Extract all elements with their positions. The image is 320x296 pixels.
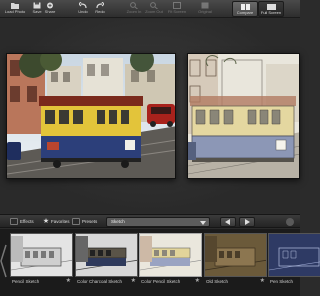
original-button[interactable]: Original [192,1,218,17]
fullscreen-view-button[interactable]: Full Screen [258,1,284,17]
clear-icon[interactable] [286,218,294,226]
thumbnail-pen-sketch[interactable]: Pen Sketch ★ [268,233,320,285]
category-dropdown[interactable]: Sketch [106,217,210,227]
effects-filmstrip: Pencil Sketch ★ Color Charcoal Sketch ★ … [0,229,320,296]
fullscreen-label: Full Screen [260,10,282,15]
category-value: Sketch [111,219,125,224]
star-icon[interactable]: ★ [195,278,200,285]
arrow-left-icon [225,219,230,225]
previous-button[interactable] [220,217,236,227]
thumbnail-image [204,233,267,277]
thumbnail-image [10,233,73,277]
redo-label: Redo [95,9,105,14]
thumbnail-label: Color Charcoal Sketch [77,279,123,284]
compare-view-button[interactable]: Compare [232,1,258,17]
main-toolbar: Load Photo Save Share Undo Redo Zoom In … [0,0,300,18]
original-label: Original [198,9,212,14]
effects-button[interactable]: Effects [10,217,34,226]
favorites-label: Favorites [51,219,70,224]
undo-icon [79,2,87,9]
next-button[interactable] [239,217,255,227]
cable-car-photo [7,54,175,178]
star-icon[interactable]: ★ [66,278,71,285]
scroll-left-icon[interactable] [0,241,8,281]
compare-label: Compare [236,10,254,15]
redo-icon [96,2,104,9]
folder-icon [11,3,19,9]
original-photo[interactable] [6,53,176,179]
share-icon [47,2,53,9]
presets-button[interactable]: Presets [72,217,97,226]
filter-bar: Effects ★ Favorites Presets Sketch [0,214,300,228]
cable-car-sketch [188,54,299,178]
zoom-out-icon [150,2,158,9]
redo-button[interactable]: Redo [87,1,113,17]
effects-label: Effects [20,219,34,224]
thumbnail-image [139,233,202,277]
share-label: Share [44,9,56,14]
thumbnail-label: Pencil Sketch [12,279,40,284]
thumbnail-label: Pen Sketch [270,279,294,284]
fit-screen-icon [173,2,181,9]
thumbnail-pencil-sketch[interactable]: Pencil Sketch ★ [10,233,73,285]
zoom-in-icon [130,2,138,9]
effects-icon [10,218,18,226]
presets-label: Presets [82,219,98,224]
star-icon: ★ [42,218,50,226]
preview-photo[interactable] [187,53,300,179]
thumbnail-label: Color Pencil Sketch [141,279,181,284]
thumbnail-label: Old Sketch [206,279,229,284]
thumbnail-image [268,233,320,277]
chevron-down-icon [200,221,206,225]
favorites-button[interactable]: ★ Favorites [42,217,70,226]
star-icon[interactable]: ★ [131,278,136,285]
arrow-right-icon [245,219,250,225]
share-button[interactable]: Share [37,1,63,17]
thumbnail-image [75,233,138,277]
original-icon [201,2,209,9]
presets-icon [72,218,80,226]
thumbnail-color-pencil-sketch[interactable]: Color Pencil Sketch ★ [139,233,202,285]
thumbnail-old-sketch[interactable]: Old Sketch ★ [204,233,267,285]
thumbnail-color-charcoal-sketch[interactable]: Color Charcoal Sketch ★ [75,233,138,285]
star-icon[interactable]: ★ [260,278,265,285]
fit-screen-label: Fit Screen [167,9,187,14]
fit-screen-button[interactable]: Fit Screen [164,1,190,17]
workspace [0,19,300,213]
